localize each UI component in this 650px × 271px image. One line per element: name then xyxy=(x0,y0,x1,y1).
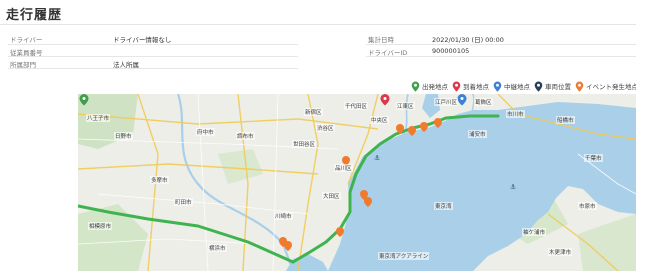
driver-label: ドライバー xyxy=(10,36,43,44)
legend-arrival[interactable]: 到着地点 xyxy=(452,81,489,92)
map-label: 千代田区 xyxy=(344,102,369,110)
divider xyxy=(8,56,298,57)
legend-event[interactable]: イベント発生地点 xyxy=(575,81,638,92)
trip-info-panel: ドライバー ドライバー情報なし 従業員番号 所属部門 法人所属 集計日時 202… xyxy=(0,30,636,72)
map-label: 江戸川区 xyxy=(434,98,459,106)
map-label: 川崎市 xyxy=(274,212,293,220)
map-label: 船橋市 xyxy=(556,116,575,124)
page-header: 走行履歴 xyxy=(0,0,636,25)
page-right-margin xyxy=(636,0,650,271)
map-label: 横浜市 xyxy=(208,244,227,252)
datetime-label: 集計日時 xyxy=(368,36,394,44)
legend-vehicle-position[interactable]: 車両位置 xyxy=(534,81,571,92)
map-label: 市原市 xyxy=(578,202,597,210)
map-label: 品川区 xyxy=(334,164,353,172)
legend-label: 出発地点 xyxy=(422,83,448,91)
svg-text:⚓: ⚓ xyxy=(374,154,380,162)
driver-id-value: 900000105 xyxy=(432,47,470,55)
divider xyxy=(8,44,298,45)
map-label: 相模原市 xyxy=(88,222,113,230)
map-label: 千葉市 xyxy=(584,154,603,162)
legend-waypoint[interactable]: 中継地点 xyxy=(493,81,530,92)
legend-departure[interactable]: 出発地点 xyxy=(411,81,448,92)
divider xyxy=(366,56,636,57)
map-label: 中央区 xyxy=(370,116,389,124)
map-label: 世田谷区 xyxy=(292,140,317,148)
map-label: 東京湾 xyxy=(434,202,453,210)
divider xyxy=(366,44,636,45)
map-label: 市川市 xyxy=(506,110,525,118)
map-label: 新宿区 xyxy=(304,108,323,116)
map-label: 木更津市 xyxy=(548,248,573,256)
map-label: 調布市 xyxy=(236,132,255,140)
divider xyxy=(8,68,298,69)
map-label: 多摩市 xyxy=(150,176,169,184)
map-label: 大田区 xyxy=(322,192,341,200)
vehicle-position-pin-icon xyxy=(534,81,543,92)
map-label: 葛飾区 xyxy=(474,98,493,106)
departure-pin-icon xyxy=(411,81,420,92)
page-title: 走行履歴 xyxy=(6,8,63,23)
map-label: 日野市 xyxy=(114,132,133,140)
arrival-pin-icon xyxy=(452,81,461,92)
map-label: 袖ケ浦市 xyxy=(522,228,547,236)
map-label: 町田市 xyxy=(174,198,193,206)
svg-text:⚓: ⚓ xyxy=(510,183,516,191)
legend-label: 到着地点 xyxy=(463,83,489,91)
legend-label: 中継地点 xyxy=(504,83,530,91)
map-label: 府中市 xyxy=(196,128,215,136)
legend-label: 車両位置 xyxy=(545,83,571,91)
map-label: 渋谷区 xyxy=(316,124,335,132)
datetime-value: 2022/01/30 (日) 00:00 xyxy=(432,36,504,44)
map-legend: 出発地点 到着地点 中継地点 車両位置 イベント発生地点 xyxy=(411,79,638,93)
driver-value: ドライバー情報なし xyxy=(113,36,172,44)
route-map[interactable]: ⚓ ⚓ 八王子市 日野市 府中市 調布市 世田谷区 渋谷区 新宿区 千代田区 中… xyxy=(78,94,636,271)
map-label: 八王子市 xyxy=(86,114,111,122)
waypoint-pin-icon xyxy=(493,81,502,92)
map-label: 浦安市 xyxy=(468,130,487,138)
legend-label: イベント発生地点 xyxy=(586,83,638,91)
event-pin-icon xyxy=(575,81,584,92)
map-label: 江東区 xyxy=(396,102,415,110)
map-label: 東京湾アクアライン xyxy=(378,252,430,260)
